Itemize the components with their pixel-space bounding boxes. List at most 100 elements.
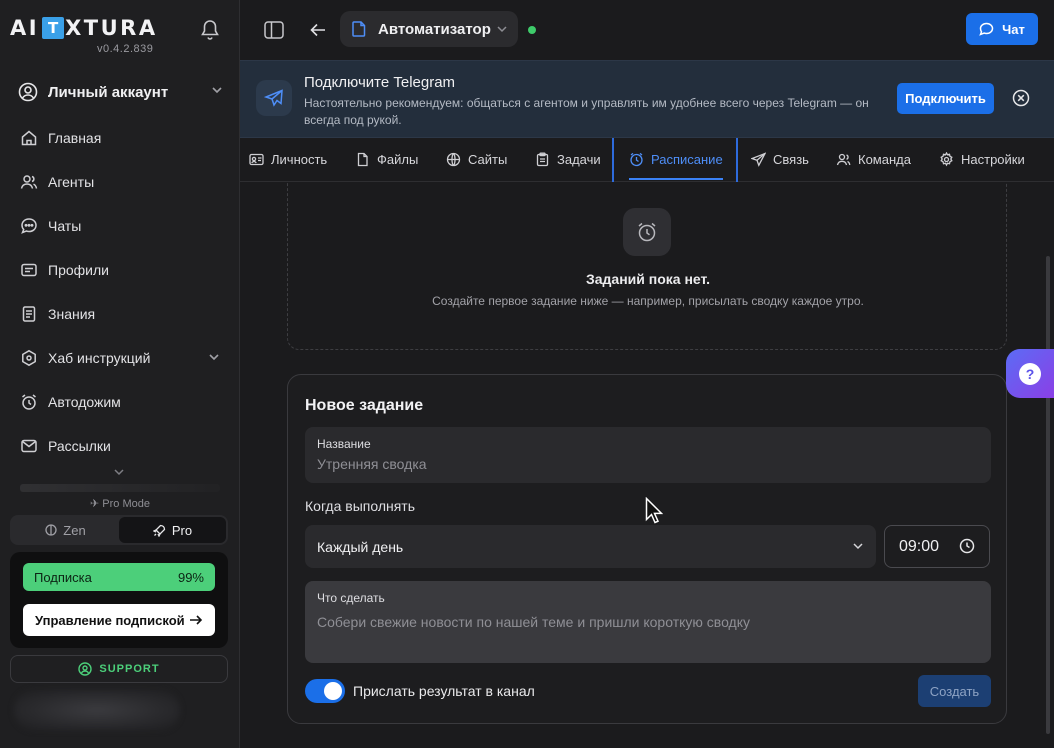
bell-icon[interactable] (200, 19, 220, 41)
support-label: SUPPORT (99, 663, 160, 675)
online-status-dot (528, 26, 536, 34)
alarm-icon (630, 152, 643, 167)
account-menu[interactable]: Личный аккаунт (18, 80, 223, 104)
chevron-down-icon (212, 87, 222, 94)
sidebar-item-instructions-hub[interactable]: Хаб инструкций (20, 347, 220, 369)
mode-zen-option[interactable]: Zen (12, 517, 119, 543)
hub-icon (20, 349, 38, 367)
tab-sites[interactable]: Сайты (446, 138, 507, 181)
schedule-label: Когда выполнять (305, 498, 416, 514)
tab-label: Настройки (961, 152, 1025, 167)
empty-state: Заданий пока нет. Создайте первое задани… (287, 182, 1007, 350)
scrollbar[interactable] (1046, 256, 1050, 734)
app-logo[interactable]: AI T XTURA (10, 16, 158, 40)
sidebar-item-profiles[interactable]: Профили (20, 259, 220, 281)
sidebar-item-label: Хаб инструкций (48, 350, 151, 366)
mode-pro-label: Pro (171, 522, 193, 538)
sidebar-item-mailings[interactable]: Рассылки (20, 435, 220, 457)
form-title: Новое задание (305, 397, 424, 414)
create-task-button[interactable]: Создать (918, 675, 991, 707)
clock-icon[interactable] (959, 538, 975, 554)
sidebar-item-agents[interactable]: Агенты (20, 171, 220, 193)
send-to-channel-label: Прислать результат в канал (353, 683, 535, 699)
alarm-icon (623, 208, 671, 256)
file-icon (357, 152, 368, 167)
back-arrow-icon[interactable] (307, 19, 329, 41)
tab-files[interactable]: Файлы (355, 138, 418, 181)
time-input[interactable]: 09:00 (884, 525, 990, 568)
sidebar-item-knowledge[interactable]: Знания (20, 303, 220, 325)
manage-subscription-button[interactable]: Управление подпиской (23, 604, 215, 636)
empty-state-subtitle: Создайте первое задание ниже — например,… (432, 294, 864, 308)
sidebar-item-autofollowup[interactable]: Автодожим (20, 391, 220, 413)
document-icon (20, 305, 38, 323)
tab-personality[interactable]: Личность (249, 138, 327, 181)
tab-label: Команда (858, 152, 911, 167)
sidebar-item-label: Агенты (48, 174, 95, 190)
user-circle-icon (18, 82, 38, 102)
logo-text-left: AI (10, 16, 40, 40)
rocket-icon: ✈︎ (90, 498, 103, 510)
team-icon (836, 153, 851, 166)
sidebar-toggle-icon[interactable] (263, 19, 285, 41)
chevron-down-icon (853, 543, 863, 550)
tab-label: Файлы (377, 152, 419, 167)
task-name-placeholder: Утренняя сводка (317, 456, 427, 472)
pro-mode-caption: ✈︎ Pro Mode (0, 497, 240, 510)
manage-subscription-label: Управление подпиской (35, 612, 185, 628)
tab-label: Сайты (468, 152, 508, 167)
chat-button-label: Чат (1002, 21, 1025, 37)
mode-zen-label: Zen (63, 522, 86, 538)
chevron-down-icon[interactable] (113, 467, 125, 477)
sidebar-item-chats[interactable]: Чаты (20, 215, 220, 237)
id-card-icon (249, 153, 264, 166)
tab-connection[interactable]: Связь (751, 138, 809, 181)
faded-nav-item (20, 484, 220, 492)
task-description-field[interactable]: Что сделать Собери свежие новости по наш… (305, 581, 991, 663)
schedule-panel: Заданий пока нет. Создайте первое задани… (240, 182, 1054, 748)
clipboard-icon (536, 152, 549, 167)
logo-box: T (42, 17, 65, 39)
send-icon (751, 152, 766, 167)
question-icon: ? (1019, 362, 1041, 385)
banner-title: Подключите Telegram (304, 74, 456, 91)
chat-button[interactable]: Чат (966, 13, 1038, 45)
task-description-placeholder: Собери свежие новости по нашей теме и пр… (317, 614, 750, 630)
agent-name: Автоматизатор (378, 20, 491, 38)
tab-team[interactable]: Команда (836, 138, 911, 181)
schedule-select[interactable]: Каждый день (305, 525, 876, 568)
tab-label: Задачи (557, 152, 601, 167)
user-profile-blurred[interactable] (14, 690, 180, 730)
send-to-channel-toggle[interactable] (305, 679, 345, 703)
mouse-cursor-icon (645, 497, 663, 524)
tab-settings[interactable]: Настройки (939, 138, 1025, 181)
support-icon (78, 662, 93, 676)
sidebar: AI T XTURA v0.4.2.839 Личный аккаунт Главн… (0, 0, 240, 748)
schedule-value: Каждый день (317, 538, 404, 555)
tab-label: Расписание (651, 152, 723, 167)
pro-mode-label: Pro Mode (102, 498, 150, 510)
users-icon (20, 173, 38, 191)
new-task-form: Новое задание Название Утренняя сводка К… (287, 374, 1007, 724)
task-name-field[interactable]: Название Утренняя сводка (305, 427, 991, 483)
tab-label: Личность (271, 152, 328, 167)
empty-state-title: Заданий пока нет. (585, 271, 711, 287)
agent-file-icon (352, 21, 366, 37)
close-icon[interactable] (1012, 89, 1030, 107)
toggle-knob (324, 682, 342, 700)
tab-tasks[interactable]: Задачи (535, 138, 601, 181)
agent-selector[interactable]: Автоматизатор (340, 11, 518, 47)
home-icon (20, 129, 38, 147)
mode-pro-option[interactable]: Pro (119, 517, 226, 543)
active-tab-indicator (629, 178, 723, 180)
tab-schedule[interactable]: Расписание (629, 138, 723, 181)
leaf-icon (45, 524, 57, 536)
connect-telegram-button[interactable]: Подключить (897, 83, 994, 114)
support-button[interactable]: SUPPORT (10, 655, 228, 683)
sidebar-item-home[interactable]: Главная (20, 127, 220, 149)
sidebar-item-label: Чаты (48, 218, 82, 234)
help-button[interactable]: ? (1006, 349, 1054, 398)
mail-icon (20, 437, 38, 455)
top-bar: Автоматизатор Чат (240, 0, 1054, 60)
sidebar-item-label: Главная (48, 130, 102, 146)
